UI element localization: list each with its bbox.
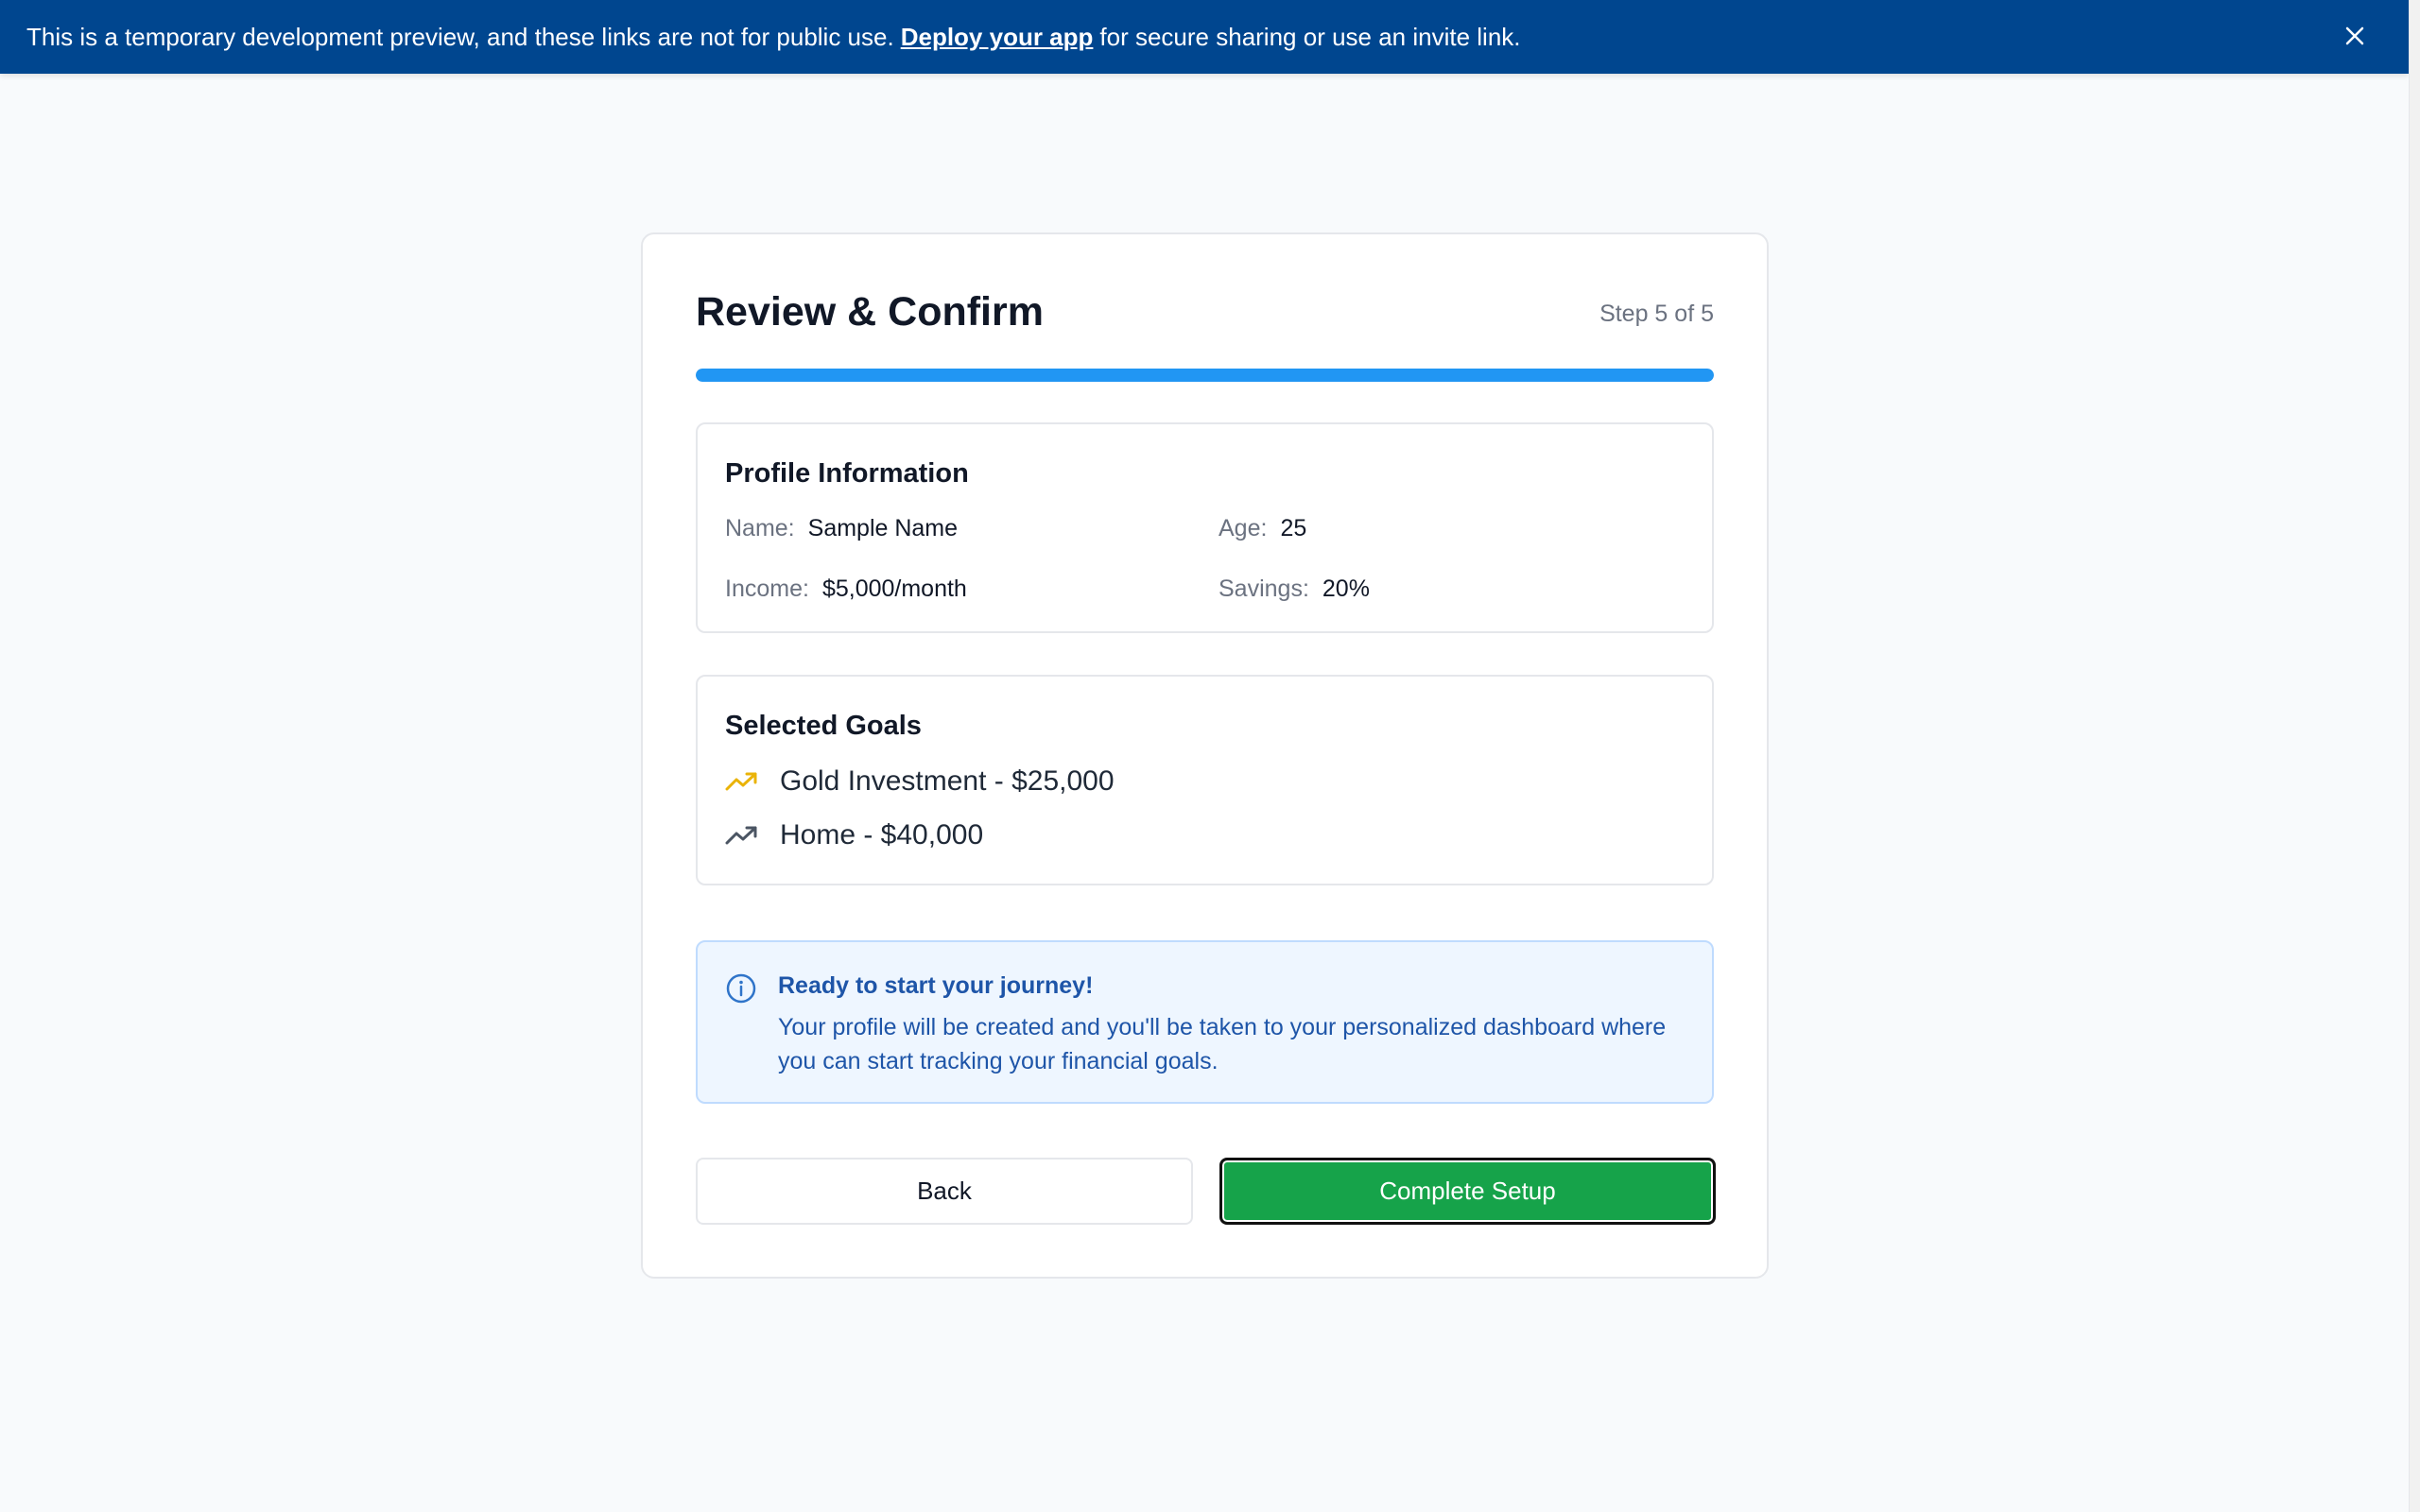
step-indicator: Step 5 of 5 — [1599, 301, 1714, 327]
review-card: Review & Confirm Step 5 of 5 Profile Inf… — [641, 232, 1769, 1279]
progress-fill — [696, 369, 1714, 382]
field-value: 25 — [1280, 515, 1307, 541]
scrollbar[interactable] — [2409, 0, 2420, 1512]
profile-information-section: Profile Information Name: Sample Name Ag… — [696, 422, 1714, 633]
field-label: Savings: — [1219, 576, 1309, 602]
field-value: $5,000/month — [821, 576, 967, 602]
back-button[interactable]: Back — [696, 1158, 1193, 1225]
goal-item: Gold Investment - $25,000 — [725, 765, 1115, 798]
selected-goals-section: Selected Goals Gold Investment - $25,000… — [696, 675, 1714, 885]
close-icon[interactable] — [2339, 20, 2371, 52]
info-callout: Ready to start your journey! Your profil… — [696, 940, 1714, 1104]
field-label: Name: — [725, 515, 795, 541]
profile-field-savings: Savings: 20% — [1219, 576, 1370, 603]
profile-field-name: Name: Sample Name — [725, 515, 958, 542]
field-label: Age: — [1219, 515, 1268, 541]
goals-section-title: Selected Goals — [725, 711, 922, 741]
page-title: Review & Confirm — [696, 289, 1044, 335]
profile-field-age: Age: 25 — [1219, 515, 1306, 542]
profile-field-income: Income: $5,000/month — [725, 576, 967, 603]
field-value: 20% — [1322, 576, 1370, 602]
field-label: Income: — [725, 576, 809, 602]
progress-bar — [696, 369, 1714, 382]
deploy-app-link[interactable]: Deploy your app — [901, 23, 1094, 52]
info-text: Your profile will be created and you'll … — [778, 1014, 1667, 1074]
info-title: Ready to start your journey! — [778, 972, 1094, 999]
profile-section-title: Profile Information — [725, 458, 969, 489]
info-icon — [725, 972, 757, 1005]
complete-setup-button[interactable]: Complete Setup — [1219, 1158, 1716, 1225]
banner-text-after: for secure sharing or use an invite link… — [1099, 22, 1521, 51]
banner-text-before: This is a temporary development preview,… — [26, 22, 894, 51]
goal-label: Home - $40,000 — [780, 819, 984, 850]
field-value: Sample Name — [807, 515, 959, 541]
goal-label: Gold Investment - $25,000 — [780, 765, 1115, 797]
trending-up-icon — [725, 770, 759, 793]
goal-item: Home - $40,000 — [725, 819, 983, 851]
trending-up-icon — [725, 824, 759, 847]
preview-banner: This is a temporary development preview,… — [0, 0, 2409, 74]
